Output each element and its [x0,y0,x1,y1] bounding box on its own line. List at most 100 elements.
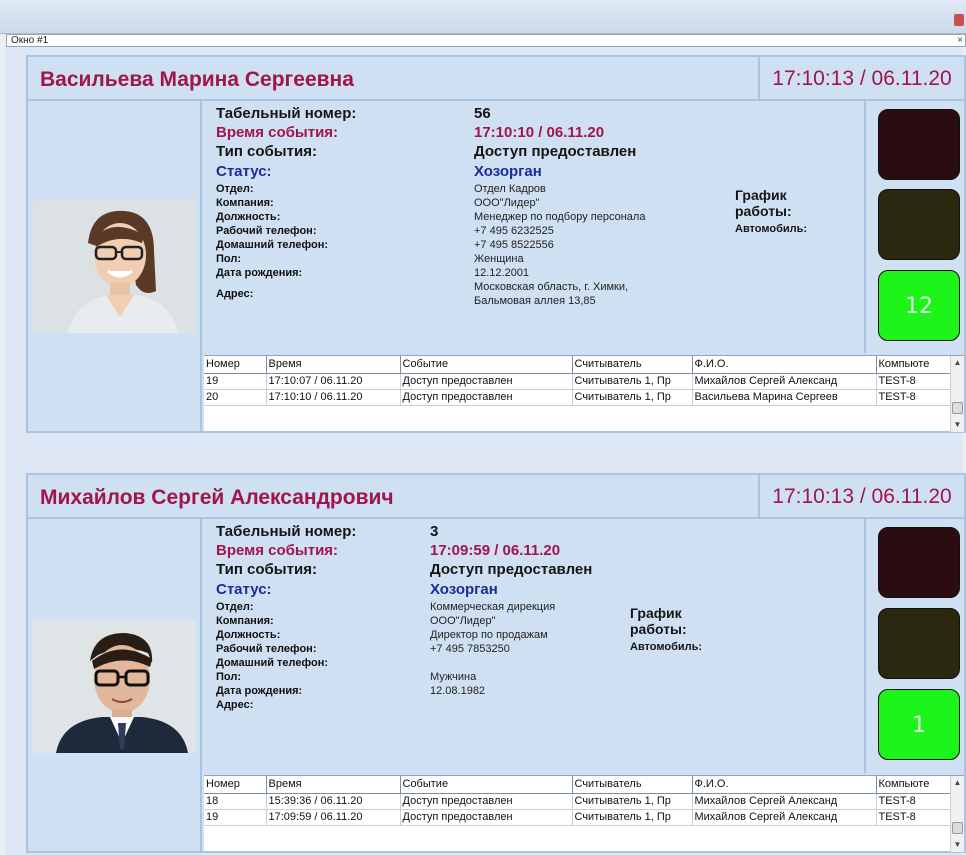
value-address-line1: Московская область, г. Химки, [474,281,629,293]
table-cell: Михайлов Сергей Александ [692,373,877,390]
table-row[interactable]: 18 15:39:36 / 06.11.20 Доступ предоставл… [204,793,951,810]
value-work-phone: +7 495 7853250 [430,643,510,655]
value-event-time: 17:10:10 / 06.11.20 [474,124,605,141]
value-department: Коммерческая дирекция [430,601,556,613]
column-header[interactable]: Событие [400,776,573,794]
value-status: Хозорган [474,163,542,180]
table-cell: TEST-8 [876,389,951,406]
value-event-type: Доступ предоставлен [430,561,593,578]
label-birth-date: Дата рождения: [216,685,303,697]
label-home-phone: Домашний телефон: [216,239,329,251]
label-work-phone: Рабочий телефон: [216,225,317,237]
label-event-type: Тип события: [216,143,317,160]
card-header: Михайлов Сергей Александрович 17:10:13 /… [28,475,964,519]
scroll-thumb[interactable] [952,402,963,414]
window-tab[interactable]: Окно #1 × [6,34,966,47]
schedule-label: График работы: [735,187,792,219]
current-datetime: 17:10:13 / 06.11.20 [758,57,964,101]
red-indicator [878,109,960,180]
events-table[interactable]: Номер Время Событие Считыватель Ф.И.О. К… [204,775,964,852]
column-header[interactable]: Компьюте [876,776,951,794]
column-header[interactable]: Ф.И.О. [692,356,877,374]
value-company: ООО"Лидер" [474,197,540,209]
label-gender: Пол: [216,671,242,683]
events-table[interactable]: Номер Время Событие Считыватель Ф.И.О. К… [204,355,964,432]
yellow-indicator [878,608,960,679]
value-position: Менеджер по подбору персонала [474,211,646,223]
value-home-phone: +7 495 8522556 [474,239,554,251]
column-header[interactable]: Время [266,776,401,794]
table-scrollbar[interactable]: ▲ ▼ [950,776,964,852]
label-status: Статус: [216,581,272,598]
label-event-time: Время события: [216,124,339,141]
table-cell: Доступ предоставлен [400,793,573,810]
app-titlebar [0,0,966,34]
indicator-column: 1 [864,519,964,773]
value-status: Хозорган [430,581,498,598]
label-event-type: Тип события: [216,561,317,578]
label-status: Статус: [216,163,272,180]
column-header[interactable]: Компьюте [876,356,951,374]
value-tab-number: 56 [474,105,491,122]
table-cell: Доступ предоставлен [400,389,573,406]
green-counter-indicator: 1 [878,689,960,760]
table-row[interactable]: 20 17:10:10 / 06.11.20 Доступ предоставл… [204,389,951,406]
person-name: Михайлов Сергей Александрович [40,486,394,509]
person-photo [32,619,196,753]
table-cell: Доступ предоставлен [400,373,573,390]
person-card-2: Михайлов Сергей Александрович 17:10:13 /… [26,473,966,853]
table-row[interactable]: 19 17:10:07 / 06.11.20 Доступ предоставл… [204,373,951,390]
label-address: Адрес: [216,699,254,711]
person-card-1: Васильева Марина Сергеевна 17:10:13 / 06… [26,55,966,433]
scroll-up-icon[interactable]: ▲ [951,356,964,370]
column-header[interactable]: Считыватель [572,356,693,374]
app-close-button[interactable] [954,14,964,26]
table-cell: TEST-8 [876,373,951,390]
scroll-thumb[interactable] [952,822,963,834]
person-photo [32,199,196,333]
table-cell: 20 [204,389,267,406]
table-cell: TEST-8 [876,793,951,810]
column-header[interactable]: Номер [204,356,267,374]
label-work-phone: Рабочий телефон: [216,643,317,655]
table-cell: 17:09:59 / 06.11.20 [266,809,401,826]
label-position: Должность: [216,629,281,641]
column-header[interactable]: Считыватель [572,776,693,794]
indicator-column: 12 [864,101,964,353]
value-work-phone: +7 495 6232525 [474,225,554,237]
table-scrollbar[interactable]: ▲ ▼ [950,356,964,432]
table-cell: Васильева Марина Сергеев [692,389,877,406]
table-cell: Михайлов Сергей Александ [692,793,877,810]
label-company: Компания: [216,615,274,627]
column-header[interactable]: Ф.И.О. [692,776,877,794]
card-header: Васильева Марина Сергеевна 17:10:13 / 06… [28,57,964,101]
column-header[interactable]: Событие [400,356,573,374]
value-event-type: Доступ предоставлен [474,143,637,160]
green-counter-indicator: 12 [878,270,960,341]
car-label: Автомобиль: [630,641,703,653]
scroll-up-icon[interactable]: ▲ [951,776,964,790]
value-address-line2: Бальмовая аллея 13,85 [474,295,596,307]
red-indicator [878,527,960,598]
scroll-down-icon[interactable]: ▼ [951,838,964,852]
photo-column [28,101,202,431]
value-department: Отдел Кадров [474,183,546,195]
column-header[interactable]: Время [266,356,401,374]
content-area: Васильева Марина Сергеевна 17:10:13 / 06… [6,47,966,855]
schedule-label: График работы: [630,605,687,637]
column-header[interactable]: Номер [204,776,267,794]
table-cell: 17:10:10 / 06.11.20 [266,389,401,406]
value-gender: Женщина [474,253,524,265]
current-datetime: 17:10:13 / 06.11.20 [758,475,964,519]
label-position: Должность: [216,211,281,223]
table-cell: TEST-8 [876,809,951,826]
table-cell: 19 [204,809,267,826]
person-name: Васильева Марина Сергеевна [40,68,354,91]
label-event-time: Время события: [216,542,339,559]
table-cell: Михайлов Сергей Александ [692,809,877,826]
scroll-down-icon[interactable]: ▼ [951,418,964,432]
label-gender: Пол: [216,253,242,265]
table-header-row: Номер Время Событие Считыватель Ф.И.О. К… [204,776,951,794]
window-close-icon[interactable]: × [957,35,963,46]
table-row[interactable]: 19 17:09:59 / 06.11.20 Доступ предоставл… [204,809,951,826]
